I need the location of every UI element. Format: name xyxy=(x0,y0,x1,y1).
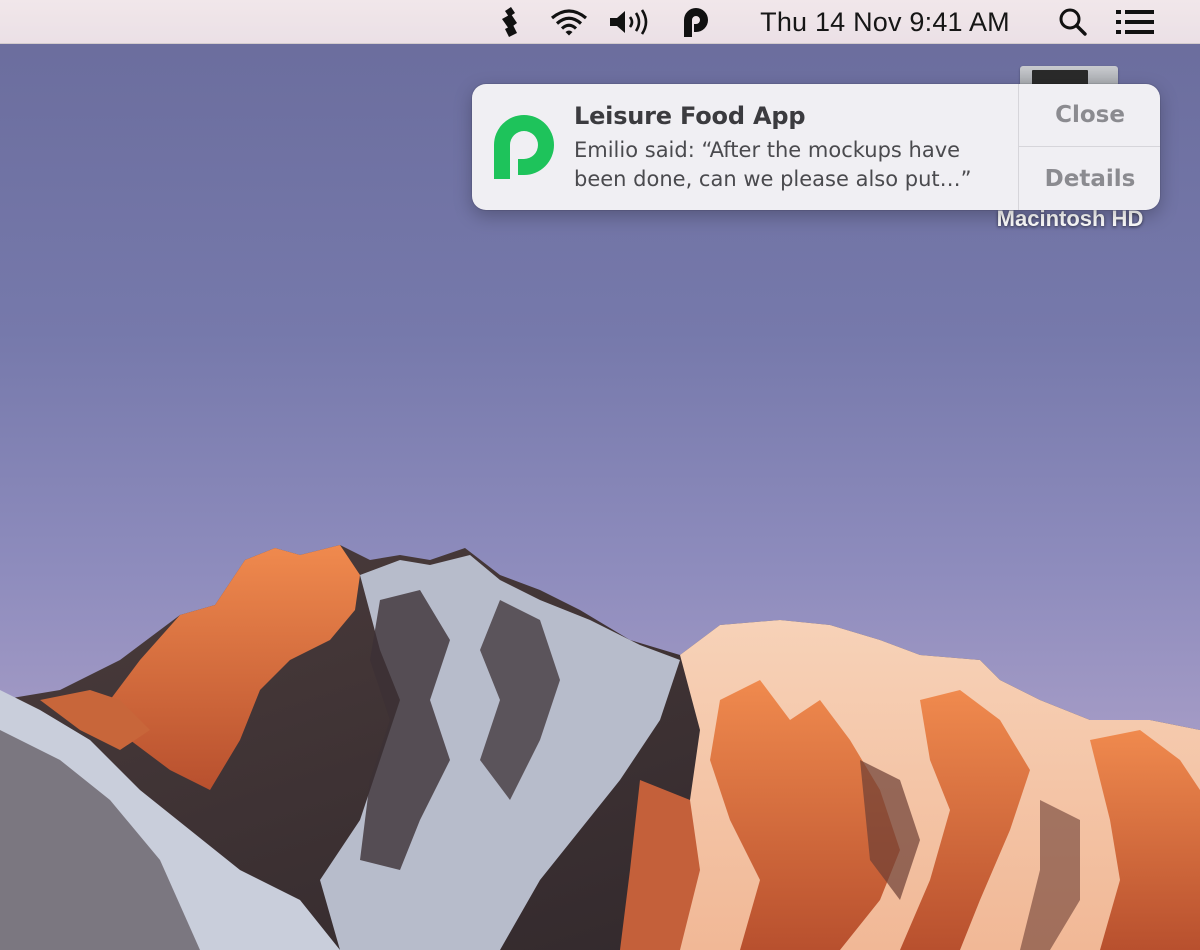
notification-title: Leisure Food App xyxy=(574,102,806,130)
volume-icon[interactable] xyxy=(606,0,654,44)
notification-message: Emilio said: “After the mockups have bee… xyxy=(574,138,972,191)
app-status-icon[interactable] xyxy=(492,0,528,44)
close-button[interactable]: Close xyxy=(1019,84,1160,147)
spotlight-search-icon[interactable] xyxy=(1054,0,1092,44)
menu-bar: Thu 14 Nov 9:41 AM xyxy=(0,0,1200,44)
menu-bar-clock[interactable]: Thu 14 Nov 9:41 AM xyxy=(760,7,1010,38)
details-button[interactable]: Details xyxy=(1019,147,1160,210)
wifi-icon[interactable] xyxy=(548,0,590,44)
notification-banner[interactable]: Leisure Food App Emilio said: “After the… xyxy=(472,84,1160,210)
leisure-food-app-logo-icon xyxy=(494,115,554,179)
notification-actions: Close Details xyxy=(1018,84,1160,210)
leisure-food-app-icon[interactable] xyxy=(676,0,716,44)
notification-center-icon[interactable] xyxy=(1114,0,1156,44)
